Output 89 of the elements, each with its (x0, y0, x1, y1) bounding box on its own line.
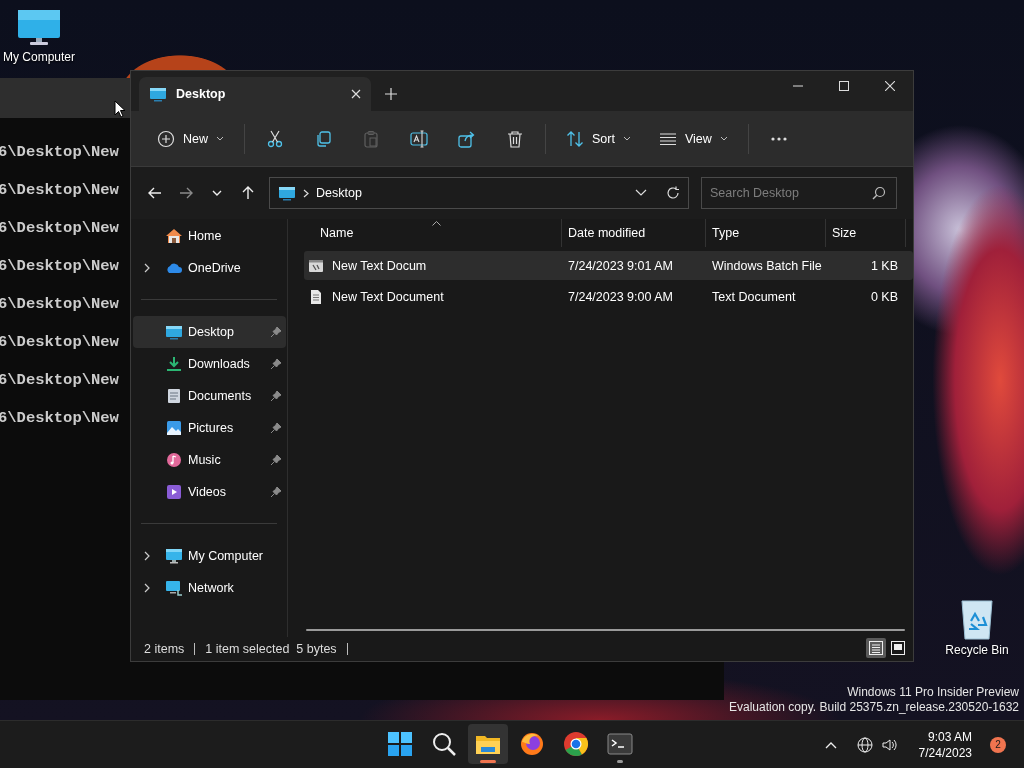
sidebar-item[interactable]: Downloads (133, 348, 286, 380)
chevron-down-icon (635, 189, 647, 197)
chevron-down-icon (216, 135, 224, 142)
sidebar-item[interactable]: Pictures (133, 412, 286, 444)
monitor-icon (165, 548, 183, 564)
scissors-icon (266, 129, 284, 148)
selection-info: 1 item selected 5 bytes (205, 642, 337, 656)
terminal-icon (606, 730, 634, 758)
batch-file-icon (308, 257, 324, 274)
sidebar-item[interactable]: Home (133, 220, 286, 252)
new-button[interactable]: New (143, 121, 238, 156)
chevron-down-icon (622, 135, 631, 142)
item-count: 2 items (144, 642, 185, 656)
file-name: New Text Docum (332, 258, 427, 273)
recycle-bin-icon (958, 597, 996, 641)
preview-view-button[interactable] (888, 638, 908, 658)
share-icon (458, 129, 476, 148)
desktop-icon-label[interactable]: Recycle Bin (945, 643, 1009, 657)
sort-indicator-icon (432, 221, 441, 226)
file-date: 7/24/2023 9:00 AM (567, 289, 674, 304)
column-header[interactable]: Size (826, 219, 906, 247)
download-icon (165, 356, 183, 372)
file-size: 0 KB (869, 289, 899, 304)
copy-icon (314, 129, 332, 148)
search-field[interactable]: Search Desktop (701, 177, 897, 209)
monitor-icon (17, 8, 61, 48)
close-icon (885, 81, 895, 91)
desktop-icon-label[interactable]: My Computer (3, 50, 75, 64)
preview-pane-icon (891, 641, 905, 655)
maximize-icon (839, 81, 849, 91)
picture-icon (165, 420, 183, 436)
sort-button[interactable]: Sort (552, 121, 645, 156)
tab[interactable]: Desktop (139, 77, 371, 111)
chevron-down-icon (719, 135, 728, 142)
windows-logo-icon (386, 730, 414, 758)
list-icon (869, 641, 883, 655)
chrome-icon (562, 730, 590, 758)
network-icon (165, 580, 183, 596)
monitor-icon (165, 324, 183, 340)
file-explorer-button[interactable] (468, 724, 508, 764)
plus-circle-icon (157, 129, 175, 148)
file-size: 1 KB (869, 258, 899, 273)
file-date: 7/24/2023 9:01 AM (567, 258, 674, 273)
file-row[interactable]: New Text Docum 7/24/2023 9:01 AM Windows Batch File 1 KB (304, 251, 913, 280)
plus-icon (385, 88, 397, 100)
house-icon (165, 228, 183, 244)
file-name: New Text Document (332, 289, 444, 304)
sidebar-item[interactable]: Music (133, 444, 286, 476)
details-view-button[interactable] (866, 638, 886, 658)
column-header[interactable]: Name (304, 219, 562, 247)
clipboard-icon (362, 129, 380, 148)
view-button[interactable]: View (644, 121, 742, 156)
trash-icon (506, 129, 524, 148)
sidebar-item[interactable]: My Computer (133, 540, 286, 572)
sidebar-item[interactable]: Documents (133, 380, 286, 412)
column-header[interactable]: Date modified (562, 219, 706, 247)
monitor-icon (278, 185, 296, 201)
monitor-icon (149, 86, 167, 102)
search-icon (872, 186, 886, 200)
file-type: Text Document (711, 289, 797, 304)
notification-badge[interactable]: 2 (990, 736, 1006, 753)
chevron-right-icon (303, 188, 309, 198)
sidebar-item[interactable]: Network (133, 572, 286, 604)
watermark-text: Evaluation copy. Build 25375.zn_release.230520-1632 (729, 700, 1019, 715)
more-icon (770, 136, 787, 141)
file-type: Windows Batch File (711, 258, 823, 273)
clock[interactable]: 9:03 AM 7/24/2023 (918, 728, 972, 761)
speaker-icon (880, 736, 897, 753)
horizontal-scrollbar[interactable] (306, 629, 905, 631)
music-note-icon (165, 452, 183, 468)
mouse-pointer-icon (114, 100, 126, 118)
file-row[interactable]: New Text Document 7/24/2023 9:00 AM Text Document 0 KB (304, 282, 913, 311)
search-icon (430, 730, 458, 758)
refresh-icon (666, 186, 680, 200)
column-header[interactable]: Type (706, 219, 826, 247)
sort-arrows-icon (566, 129, 584, 148)
document-icon (165, 388, 183, 404)
fox-globe-icon (518, 730, 546, 758)
sidebar-item[interactable]: Desktop (133, 316, 286, 348)
rename-icon (410, 129, 428, 148)
globe-icon (856, 736, 873, 753)
sidebar-item[interactable]: OneDrive (133, 252, 286, 284)
text-file-icon (308, 288, 324, 305)
watermark-text: Windows 11 Pro Insider Preview (846, 685, 1019, 700)
sidebar-item[interactable]: Videos (133, 476, 286, 508)
close-icon (351, 89, 361, 99)
chevron-up-icon (824, 740, 837, 749)
address-bar[interactable]: Desktop (269, 177, 689, 209)
play-icon (165, 484, 183, 500)
